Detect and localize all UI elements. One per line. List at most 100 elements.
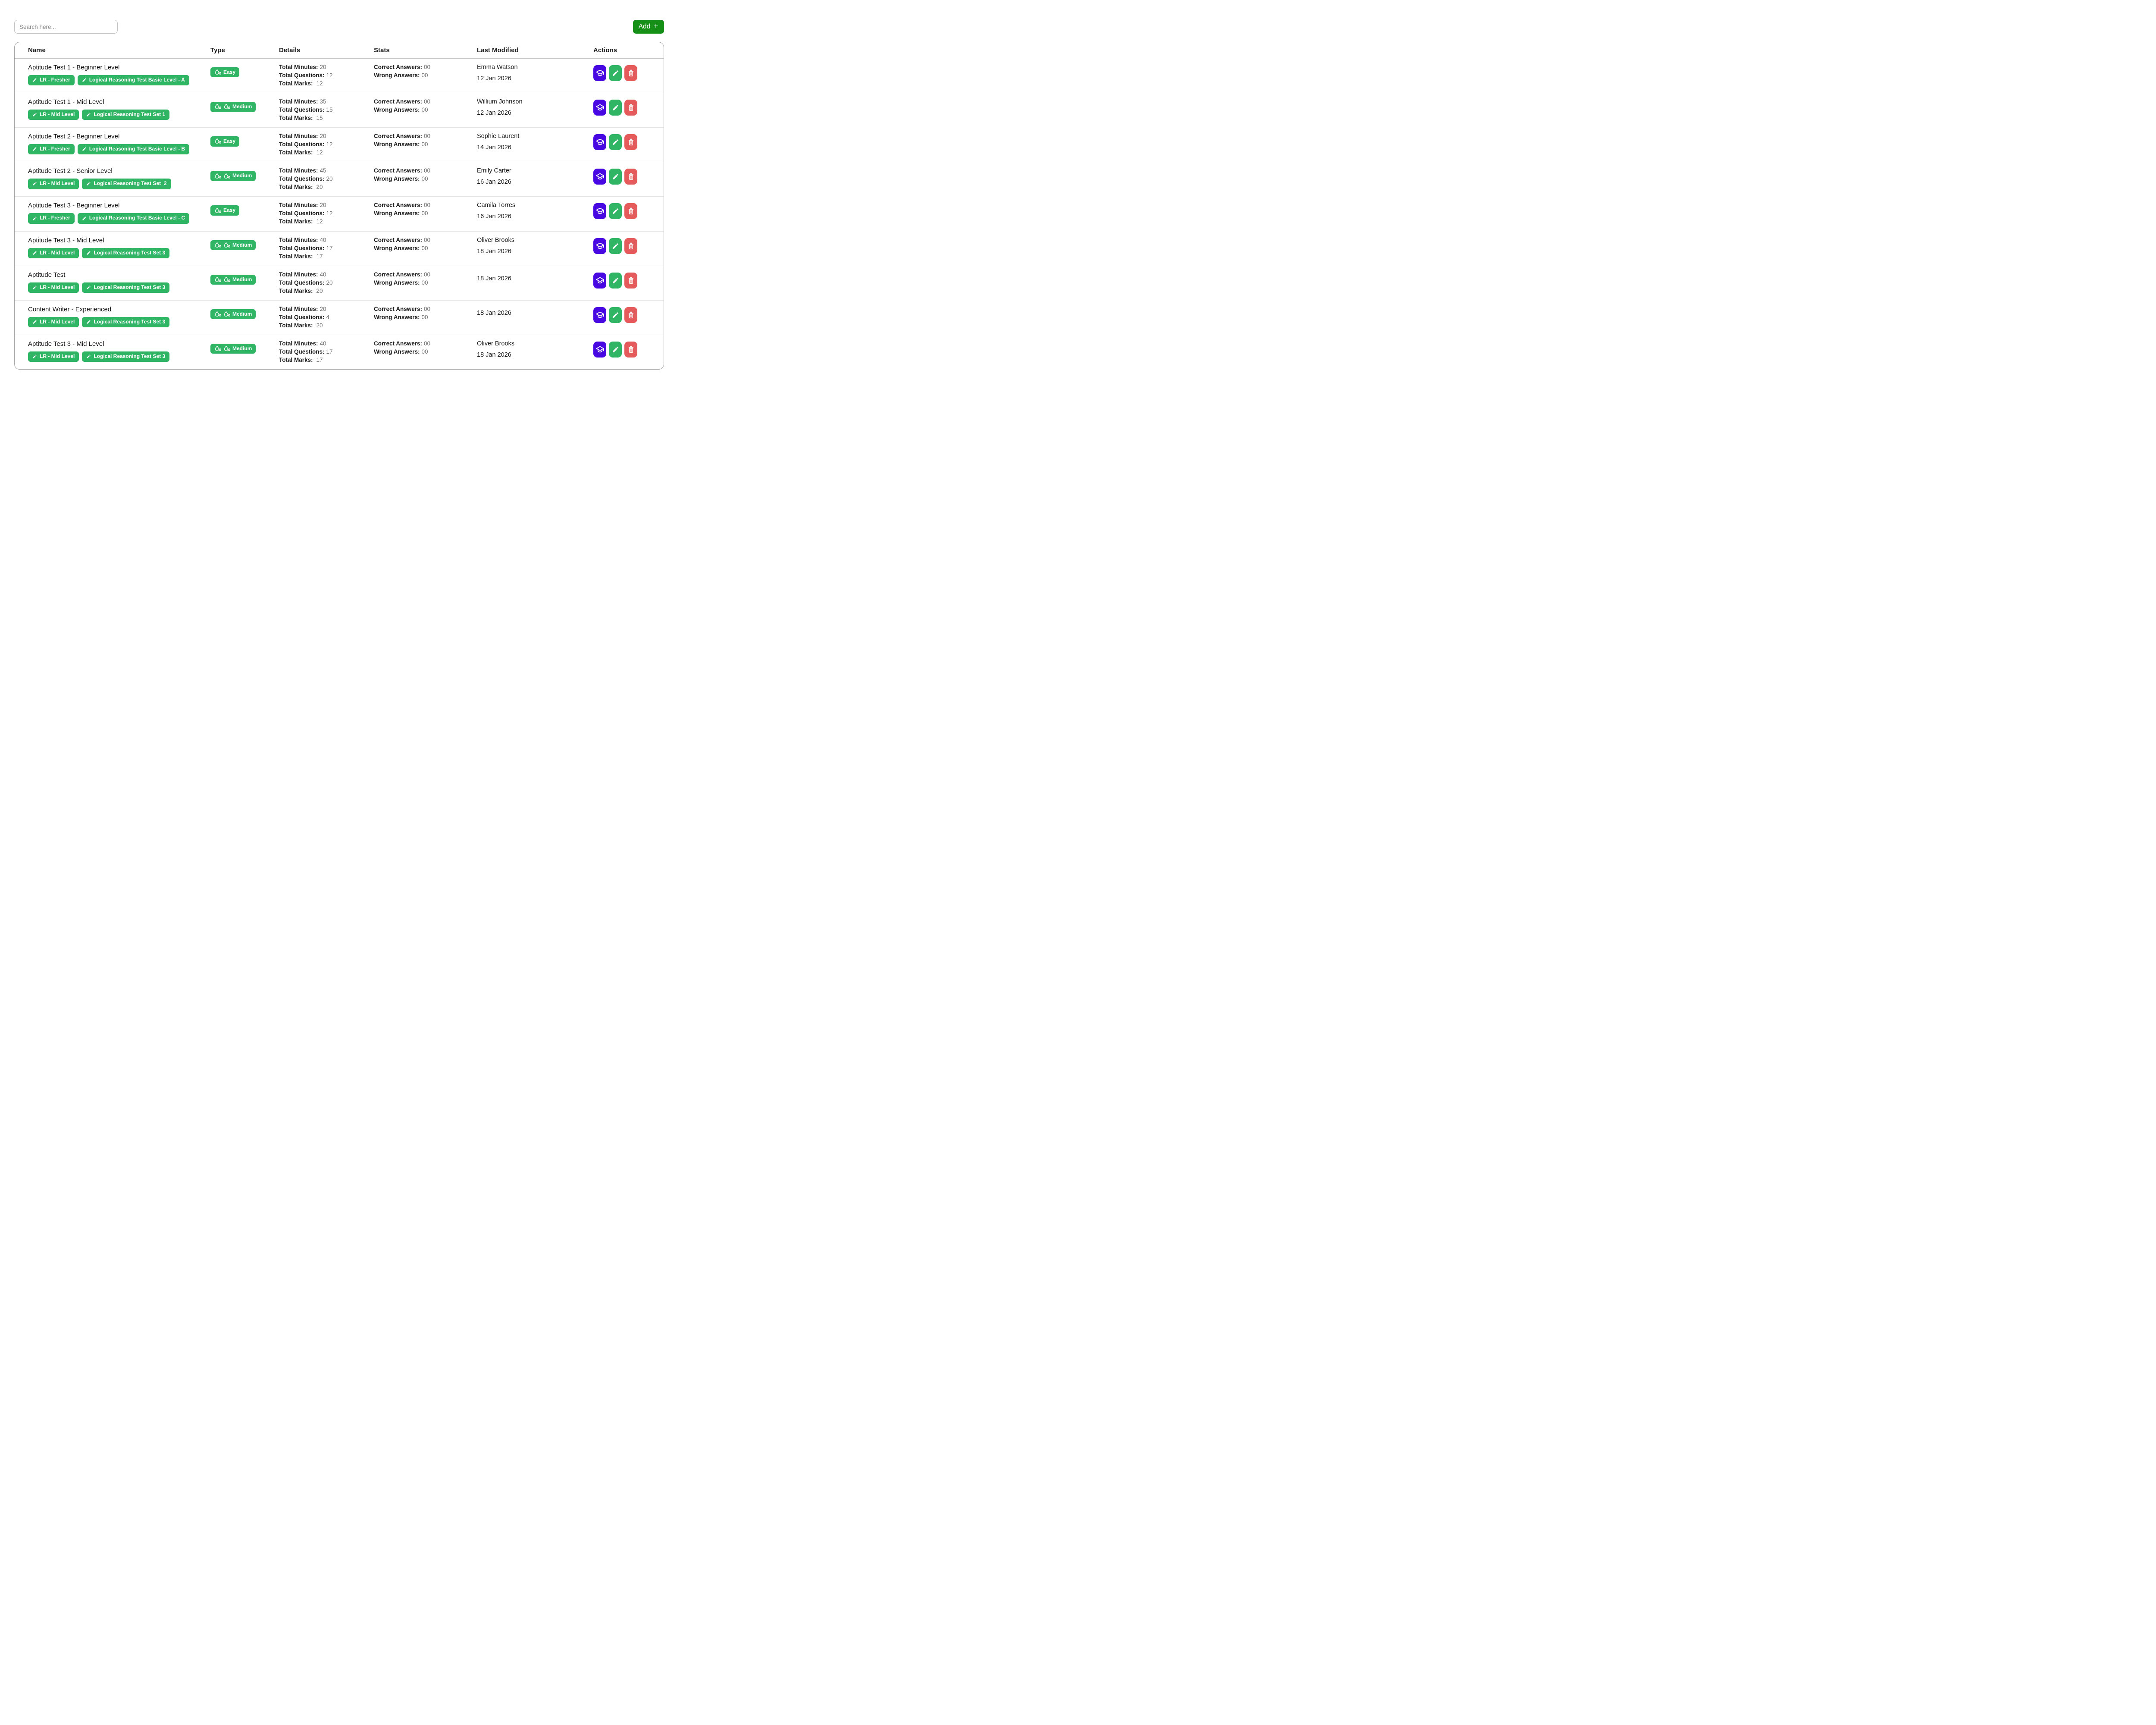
exam-preview-button[interactable] <box>593 65 606 81</box>
delete-button[interactable] <box>624 342 637 358</box>
total-questions-line: Total Questions:20 <box>279 175 374 183</box>
tag-badge[interactable]: Logical Reasoning Test Set 1 <box>82 110 169 120</box>
tag-badge[interactable]: LR - Mid Level <box>28 248 79 258</box>
wrong-answers-line: Wrong Answers:00 <box>374 279 477 287</box>
tag-list: LR - Mid Level Logical Reasoning Test Se… <box>28 110 210 120</box>
edit-button[interactable] <box>609 100 622 116</box>
edit-button[interactable] <box>609 65 622 81</box>
test-name: Aptitude Test 1 - Mid Level <box>28 98 210 106</box>
tag-badge[interactable]: LR - Mid Level <box>28 351 79 362</box>
tag-badge[interactable]: Logical Reasoning Test Set 3 <box>82 351 169 362</box>
edit-button[interactable] <box>609 134 622 150</box>
tag-list: LR - Mid Level Logical Reasoning Test Se… <box>28 179 210 189</box>
edit-button[interactable] <box>609 203 622 219</box>
delete-button[interactable] <box>624 273 637 289</box>
delete-button[interactable] <box>624 169 637 185</box>
tag-badge[interactable]: Logical Reasoning Test Basic Level - B <box>78 144 190 154</box>
last-modified-cell: Willium Johnson 12 Jan 2026 <box>477 93 593 117</box>
modified-by: Emily Carter <box>477 167 593 175</box>
edit-button[interactable] <box>609 169 622 185</box>
table-body: Aptitude Test 1 - Beginner Level LR - Fr… <box>15 59 664 369</box>
search-input[interactable] <box>14 20 118 34</box>
tag-badge[interactable]: LR - Mid Level <box>28 282 79 293</box>
type-cell: Medium <box>210 162 279 181</box>
edit-button[interactable] <box>609 238 622 254</box>
tag-badge[interactable]: LR - Fresher <box>28 75 75 85</box>
difficulty-badge: Easy <box>210 136 239 146</box>
correct-answers-line: Correct Answers:00 <box>374 270 477 279</box>
tag-badge[interactable]: Logical Reasoning Test Set 3 <box>82 317 169 327</box>
tag-list: LR - Mid Level Logical Reasoning Test Se… <box>28 248 210 258</box>
correct-answers-value: 00 <box>424 64 430 70</box>
actions-cell <box>593 266 664 289</box>
delete-button[interactable] <box>624 203 637 219</box>
exam-preview-button[interactable] <box>593 134 606 150</box>
column-header-name: Name <box>28 47 210 54</box>
type-cell: Medium <box>210 93 279 112</box>
flame-icon <box>214 276 222 282</box>
wrong-answers-value: 00 <box>422 210 428 216</box>
table-row: Aptitude Test 1 - Beginner Level LR - Fr… <box>15 59 664 93</box>
total-questions-line: Total Questions:12 <box>279 209 374 217</box>
difficulty-badge: Easy <box>210 67 239 77</box>
column-header-stats: Stats <box>374 47 477 54</box>
delete-button[interactable] <box>624 307 637 323</box>
stats-cell: Correct Answers:00 Wrong Answers:00 <box>374 162 477 183</box>
table-row: Aptitude Test 1 - Mid Level LR - Mid Lev… <box>15 93 664 128</box>
total-minutes-label: Total Minutes: <box>279 202 318 208</box>
stats-cell: Correct Answers:00 Wrong Answers:00 <box>374 59 477 79</box>
tag-badge[interactable]: LR - Mid Level <box>28 179 79 189</box>
last-modified-cell: Emma Watson 12 Jan 2026 <box>477 59 593 82</box>
edit-button[interactable] <box>609 342 622 358</box>
total-minutes-label: Total Minutes: <box>279 340 318 347</box>
correct-answers-line: Correct Answers:00 <box>374 236 477 244</box>
column-header-type: Type <box>210 47 279 54</box>
tag-badge[interactable]: Logical Reasoning Test Basic Level - A <box>78 75 189 85</box>
tag-badge[interactable]: LR - Fresher <box>28 144 75 154</box>
total-marks-value: 20 <box>317 184 323 190</box>
column-header-actions: Actions <box>593 47 664 54</box>
tag-label: Logical Reasoning Test Set 3 <box>94 250 165 256</box>
tag-badge[interactable]: Logical Reasoning Test Basic Level - C <box>78 213 190 223</box>
tag-label: Logical Reasoning Test Basic Level - B <box>89 146 185 152</box>
delete-button[interactable] <box>624 100 637 116</box>
tag-badge[interactable]: LR - Fresher <box>28 213 75 223</box>
delete-button[interactable] <box>624 238 637 254</box>
tag-badge[interactable]: Logical Reasoning Test Set 2 <box>82 179 171 189</box>
total-minutes-line: Total Minutes:20 <box>279 201 374 209</box>
trash-icon <box>627 172 635 181</box>
wrong-answers-value: 00 <box>422 72 428 78</box>
add-button[interactable]: Add + <box>633 20 664 34</box>
graduation-cap-icon <box>595 345 605 354</box>
tag-badge[interactable]: Logical Reasoning Test Set 3 <box>82 248 169 258</box>
edit-button[interactable] <box>609 307 622 323</box>
exam-preview-button[interactable] <box>593 203 606 219</box>
flame-icon <box>214 173 222 179</box>
total-minutes-label: Total Minutes: <box>279 98 318 105</box>
exam-preview-button[interactable] <box>593 238 606 254</box>
correct-answers-value: 00 <box>424 237 430 243</box>
total-questions-line: Total Questions:15 <box>279 106 374 114</box>
total-questions-line: Total Questions:17 <box>279 348 374 356</box>
exam-preview-button[interactable] <box>593 273 606 289</box>
trash-icon <box>627 138 635 146</box>
tag-badge[interactable]: Logical Reasoning Test Set 3 <box>82 282 169 293</box>
exam-preview-button[interactable] <box>593 307 606 323</box>
details-cell: Total Minutes:20 Total Questions:12 Tota… <box>279 59 374 88</box>
total-marks-label: Total Marks: <box>279 149 313 156</box>
trash-icon <box>627 276 635 285</box>
delete-button[interactable] <box>624 134 637 150</box>
total-questions-line: Total Questions:17 <box>279 244 374 252</box>
delete-button[interactable] <box>624 65 637 81</box>
trash-icon <box>627 311 635 319</box>
details-cell: Total Minutes:40 Total Questions:17 Tota… <box>279 335 374 364</box>
tag-label: Logical Reasoning Test Set 2 <box>94 181 166 186</box>
edit-button[interactable] <box>609 273 622 289</box>
exam-preview-button[interactable] <box>593 169 606 185</box>
tag-badge[interactable]: LR - Mid Level <box>28 317 79 327</box>
correct-answers-value: 00 <box>424 202 430 208</box>
exam-preview-button[interactable] <box>593 100 606 116</box>
exam-preview-button[interactable] <box>593 342 606 358</box>
tag-badge[interactable]: LR - Mid Level <box>28 110 79 120</box>
flame-icon <box>214 69 222 75</box>
